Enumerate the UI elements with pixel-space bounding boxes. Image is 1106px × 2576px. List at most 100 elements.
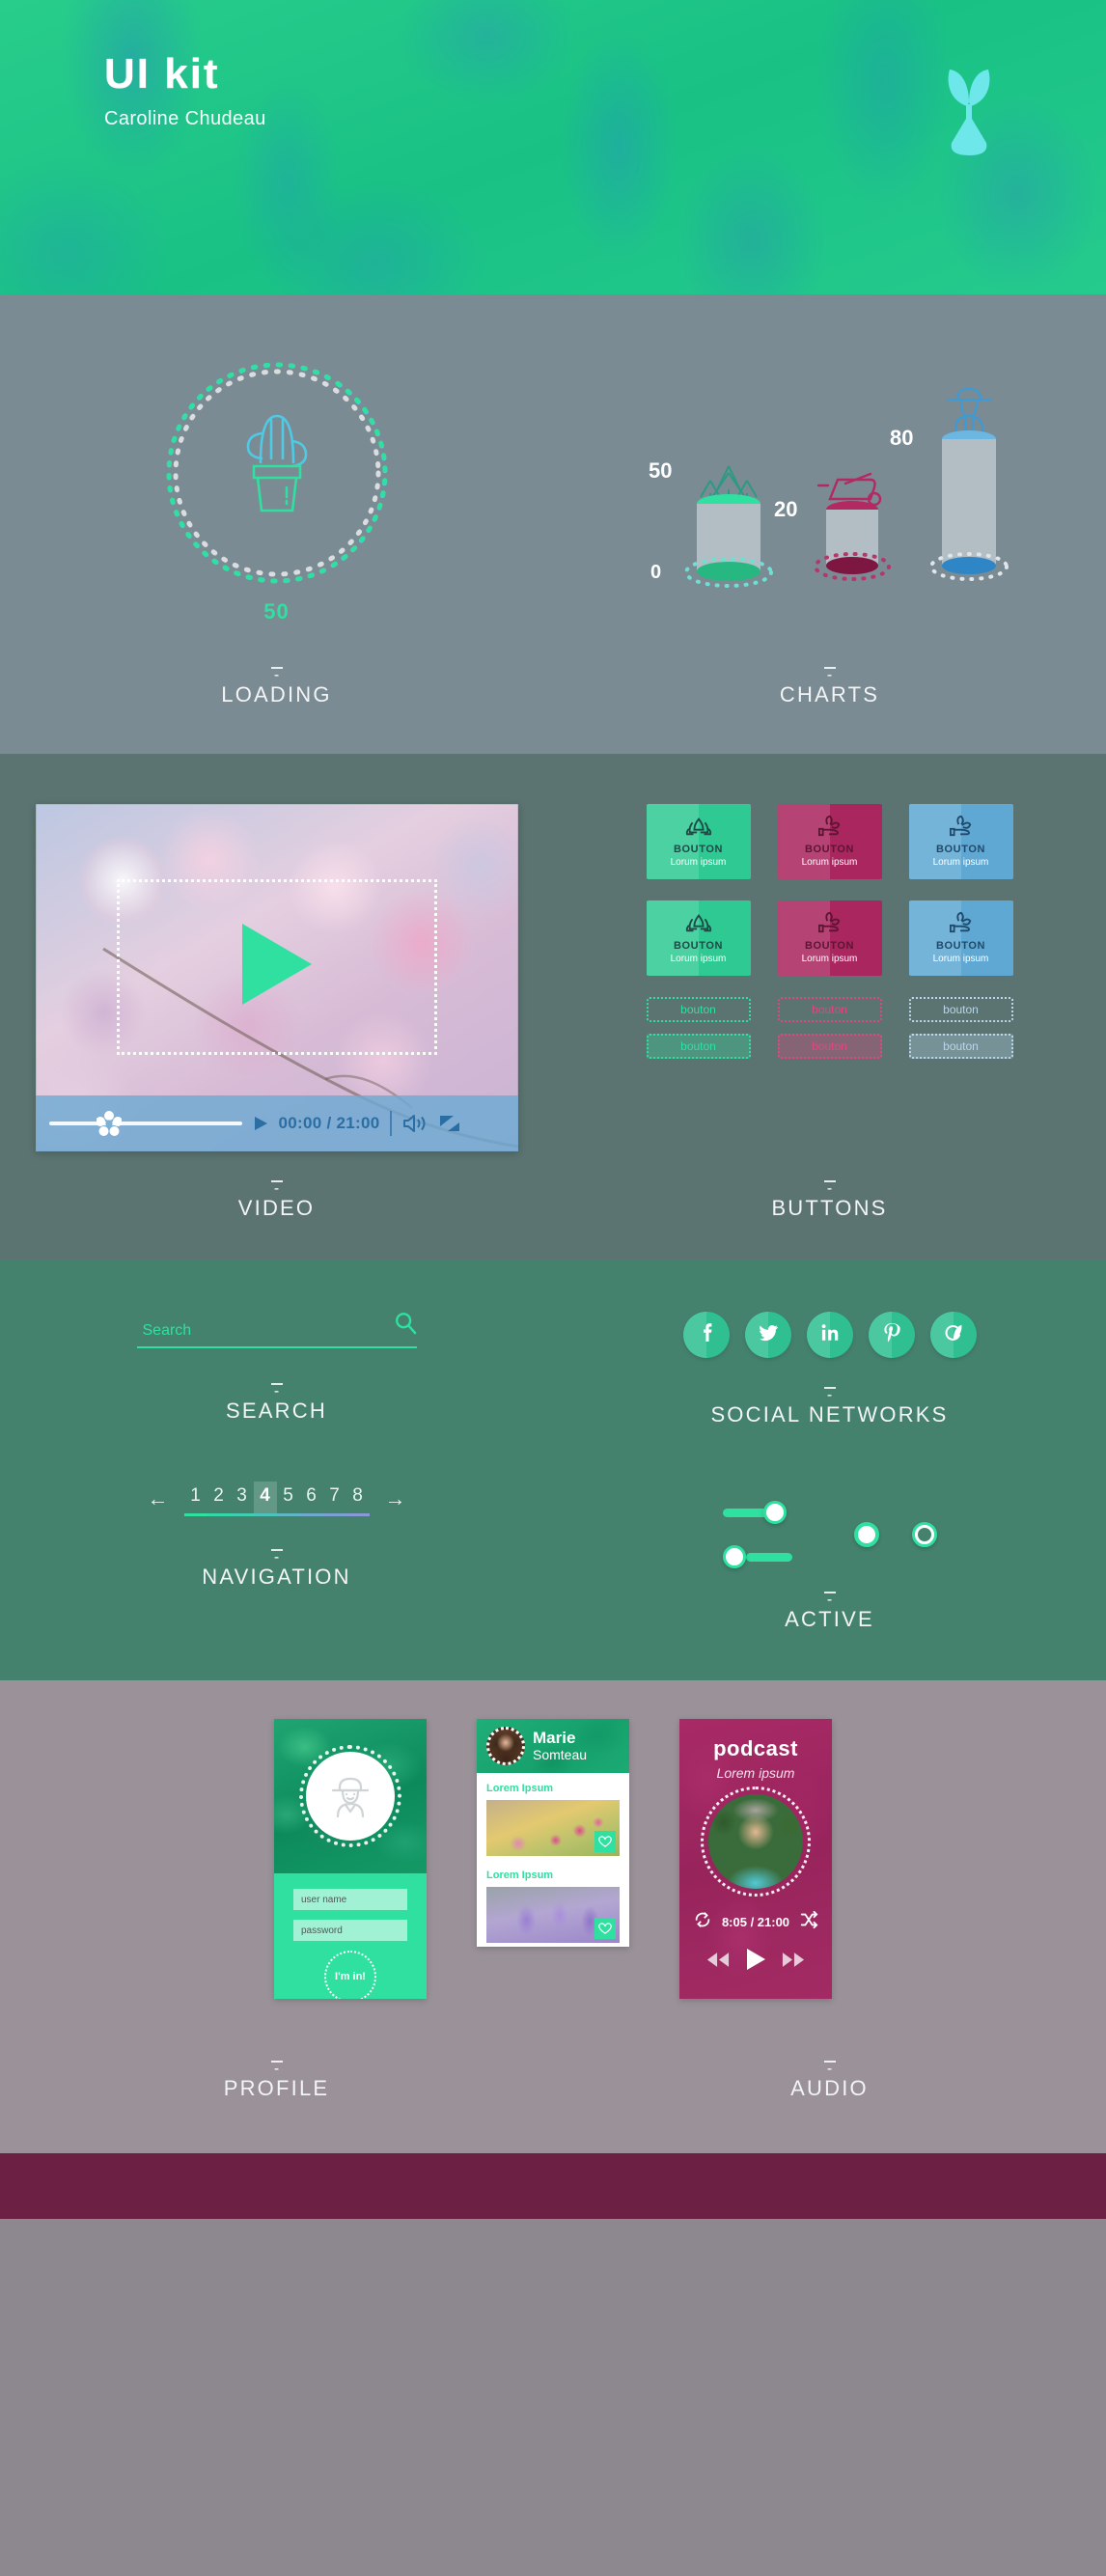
play-icon[interactable] xyxy=(252,1115,269,1132)
small-bouton-button[interactable]: bouton xyxy=(646,1034,751,1059)
page-title: UI kit xyxy=(104,50,220,97)
list-item[interactable]: Lorem Ipsum xyxy=(477,1860,629,1947)
audio-title: podcast xyxy=(713,1736,798,1760)
button-label: BOUTON xyxy=(935,940,986,952)
bouton-button[interactable]: BOUTON Lorum ipsum xyxy=(908,804,1013,879)
button-sublabel: Lorum ipsum xyxy=(801,954,858,964)
search-section-label: - SEARCH xyxy=(226,1383,327,1423)
chart-value-20: 20 xyxy=(774,497,797,521)
shuffle-icon[interactable] xyxy=(799,1910,818,1934)
flower-knob-icon[interactable] xyxy=(95,1111,123,1136)
small-bouton-button[interactable]: bouton xyxy=(777,1034,882,1059)
page-1[interactable]: 1 xyxy=(184,1482,207,1513)
sprout-logo-icon[interactable] xyxy=(929,1312,977,1358)
pinterest-icon[interactable] xyxy=(868,1312,915,1358)
search-magnifier-icon[interactable] xyxy=(394,1312,417,1340)
toggle-switch-on[interactable] xyxy=(722,1501,792,1524)
bouton-button[interactable]: BOUTON Lorum ipsum xyxy=(646,804,751,879)
post-title: Lorem Ipsum xyxy=(486,1783,554,1794)
play-triangle-icon[interactable] xyxy=(241,923,312,1005)
button-label: BOUTON xyxy=(804,844,855,855)
button-label: BOUTON xyxy=(935,844,986,855)
button-sublabel: Lorum ipsum xyxy=(801,857,858,868)
button-sublabel: Lorum ipsum xyxy=(932,954,989,964)
login-card[interactable]: user name password I'm in! xyxy=(274,1719,427,1999)
page-3[interactable]: 3 xyxy=(231,1482,254,1513)
button-sublabel: Lorum ipsum xyxy=(670,857,727,868)
profile-card[interactable]: Marie Somteau Lorem Ipsum Lorem Ipsum xyxy=(477,1719,629,1947)
section-loading-charts: 50 50 0 20 80 - LOADING - CHARTS xyxy=(0,294,1106,754)
volume-icon[interactable] xyxy=(401,1113,429,1134)
page-7[interactable]: 7 xyxy=(323,1482,346,1513)
page-6[interactable]: 6 xyxy=(300,1482,323,1513)
chart-value-50: 50 xyxy=(649,458,672,483)
gardener-avatar-icon xyxy=(299,1745,401,1847)
small-bouton-button[interactable]: bouton xyxy=(777,997,882,1022)
prev-page-arrow-icon[interactable]: ← xyxy=(132,1486,184,1511)
login-form: user name password I'm in! xyxy=(274,1873,427,1999)
small-bouton-button[interactable]: bouton xyxy=(908,1034,1013,1059)
hand-leaf-icon xyxy=(816,909,843,936)
divider xyxy=(389,1111,392,1136)
radio-button-unselected[interactable] xyxy=(911,1522,937,1547)
post-image-lavender xyxy=(486,1887,620,1943)
password-field[interactable]: password xyxy=(293,1920,407,1941)
audio-progress-ring xyxy=(701,1787,811,1897)
section-profile-audio: user name password I'm in! Marie Somteau… xyxy=(0,1680,1106,2153)
page-8[interactable]: 8 xyxy=(346,1482,370,1513)
list-item[interactable]: Lorem Ipsum xyxy=(477,1773,629,1860)
page-4-active[interactable]: 4 xyxy=(253,1482,277,1513)
toggle-switch-off[interactable] xyxy=(722,1545,792,1568)
big-buttons-row-1: BOUTON Lorum ipsum BOUTON Lorum ipsum BO… xyxy=(646,804,1013,879)
chart-bar-forest: 50 0 xyxy=(649,458,773,588)
facebook-icon[interactable] xyxy=(682,1312,730,1358)
next-page-arrow-icon[interactable]: → xyxy=(370,1486,422,1511)
cactus-icon xyxy=(246,414,307,512)
video-player[interactable]: 00:00 / 21:00 xyxy=(35,804,518,1151)
play-icon[interactable] xyxy=(745,1948,766,1976)
small-bouton-button[interactable]: bouton xyxy=(908,997,1013,1022)
username-field[interactable]: user name xyxy=(293,1889,407,1910)
button-label: BOUTON xyxy=(673,844,724,855)
chart-axis-zero: 0 xyxy=(650,562,661,583)
page-2[interactable]: 2 xyxy=(207,1482,231,1513)
bouton-button[interactable]: BOUTON Lorum ipsum xyxy=(777,804,882,879)
hand-leaf-icon xyxy=(948,909,975,936)
linkedin-icon[interactable] xyxy=(806,1312,853,1358)
login-submit-button[interactable]: I'm in! xyxy=(324,1951,376,1999)
heart-icon[interactable] xyxy=(594,1831,616,1852)
previous-icon[interactable] xyxy=(706,1952,730,1973)
bouton-button[interactable]: BOUTON Lorum ipsum xyxy=(777,900,882,976)
bouton-button[interactable]: BOUTON Lorum ipsum xyxy=(646,900,751,976)
ui-kit-page: UI kit Caroline Chudeau 50 50 0 20 80 - … xyxy=(0,0,1106,2219)
button-sublabel: Lorum ipsum xyxy=(932,857,989,868)
fullscreen-icon[interactable] xyxy=(438,1113,461,1134)
loading-value: 50 xyxy=(263,599,290,623)
video-progress-slider[interactable] xyxy=(48,1111,242,1136)
twitter-icon[interactable] xyxy=(744,1312,791,1358)
small-bouton-button[interactable]: bouton xyxy=(646,997,751,1022)
search-input[interactable]: Search xyxy=(136,1312,417,1348)
charts-section-label: - CHARTS xyxy=(779,667,880,706)
repeat-icon[interactable] xyxy=(693,1910,712,1934)
button-label: BOUTON xyxy=(673,940,724,952)
radio-button-selected[interactable] xyxy=(853,1522,879,1547)
active-section-label: - ACTIVE xyxy=(785,1592,874,1631)
loading-section-label: - LOADING xyxy=(221,667,332,706)
audio-subtitle: Lorem ipsum xyxy=(716,1765,795,1781)
author-name: Caroline Chudeau xyxy=(104,108,266,129)
buttons-section-label: - BUTTONS xyxy=(771,1180,888,1220)
social-networks-row xyxy=(553,1312,1106,1358)
active-block: - ACTIVE xyxy=(553,1482,1106,1632)
loading-spinner xyxy=(165,362,388,584)
next-icon[interactable] xyxy=(782,1952,805,1973)
loading-block: 50 xyxy=(0,352,553,624)
heart-icon[interactable] xyxy=(594,1918,616,1939)
bouton-button[interactable]: BOUTON Lorum ipsum xyxy=(908,900,1013,976)
page-5[interactable]: 5 xyxy=(277,1482,300,1513)
audio-player-card[interactable]: podcast Lorem ipsum 8:05 / 21:00 xyxy=(679,1719,832,1999)
post-title: Lorem Ipsum xyxy=(486,1870,554,1881)
profile-section-label: - PROFILE xyxy=(223,2061,330,2100)
video-control-bar[interactable]: 00:00 / 21:00 xyxy=(35,1095,518,1151)
pagination-underline xyxy=(183,1513,370,1516)
